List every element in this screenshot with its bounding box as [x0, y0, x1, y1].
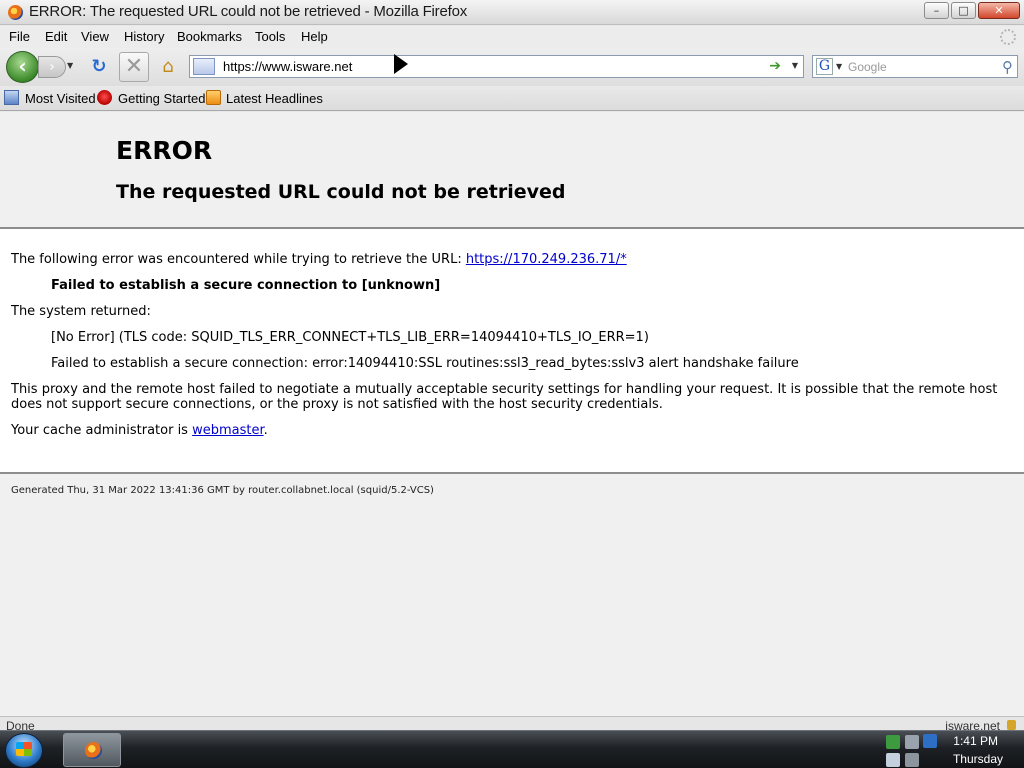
webmaster-link[interactable]: webmaster: [192, 423, 264, 438]
forward-arrow-icon: ›: [49, 59, 55, 75]
requested-url-link[interactable]: https://170.249.236.71/*: [466, 252, 627, 267]
back-arrow-icon: ‹: [18, 54, 27, 78]
stop-button[interactable]: ✕: [119, 52, 149, 82]
volume-icon[interactable]: [905, 753, 919, 767]
status-bar: Done isware.net: [0, 716, 1024, 730]
ssl-error-detail: Failed to establish a secure connection:…: [51, 356, 799, 371]
clock-day: Thursday: [952, 752, 1003, 766]
admin-line: Your cache administrator is webmaster.: [11, 423, 268, 438]
history-dropdown-icon[interactable]: ▼: [67, 61, 73, 70]
system-tray: [880, 733, 944, 767]
tls-code: [No Error] (TLS code: SQUID_TLS_ERR_CONN…: [51, 330, 649, 345]
menu-edit[interactable]: Edit: [45, 29, 67, 44]
google-engine-icon[interactable]: G: [816, 58, 833, 75]
error-header: ERROR The requested URL could not be ret…: [0, 112, 1024, 229]
status-text: Done: [6, 719, 35, 730]
close-button[interactable]: ✕: [978, 2, 1020, 19]
menu-file[interactable]: File: [9, 29, 30, 44]
getting-started-icon: [97, 90, 112, 105]
menu-history[interactable]: History: [124, 29, 164, 44]
maximize-button[interactable]: □: [951, 2, 976, 19]
error-intro-text: The following error was encountered whil…: [11, 252, 466, 267]
search-bar[interactable]: G ▼ Google ⚲: [812, 55, 1018, 78]
firefox-icon: [85, 742, 102, 759]
menu-bar: File Edit View History Bookmarks Tools H…: [0, 26, 1024, 48]
error-subtitle: The requested URL could not be retrieved: [116, 181, 566, 203]
bookmark-most-visited[interactable]: Most Visited: [25, 91, 96, 106]
status-host: isware.net: [945, 719, 1000, 730]
bookmarks-toolbar: Most Visited Getting Started Latest Head…: [0, 86, 1024, 111]
mouse-cursor: [394, 54, 408, 74]
display-icon[interactable]: [886, 753, 900, 767]
tray-app-icon[interactable]: [905, 735, 919, 749]
firefox-icon: [8, 5, 23, 20]
padlock-icon[interactable]: [1007, 720, 1016, 730]
taskbar: 1:41 PM Thursday: [0, 730, 1024, 768]
error-intro: The following error was encountered whil…: [11, 252, 627, 267]
url-input[interactable]: https://www.isware.net: [223, 59, 352, 74]
minimize-button[interactable]: –: [924, 2, 949, 19]
admin-prefix: Your cache administrator is: [11, 423, 193, 438]
stop-icon: ✕: [124, 54, 144, 79]
window-titlebar[interactable]: ERROR: The requested URL could not be re…: [0, 0, 1024, 25]
menu-bookmarks[interactable]: Bookmarks: [177, 29, 242, 44]
reload-button[interactable]: ↻: [86, 55, 112, 79]
magnifier-icon[interactable]: ⚲: [1002, 58, 1013, 76]
footer: Generated Thu, 31 Mar 2022 13:41:36 GMT …: [0, 474, 1024, 716]
menu-help[interactable]: Help: [301, 29, 328, 44]
home-button[interactable]: ⌂: [155, 55, 181, 79]
rss-feed-icon: [206, 90, 221, 105]
explanation-paragraph: This proxy and the remote host failed to…: [11, 382, 998, 412]
site-identity-icon[interactable]: [193, 58, 215, 75]
most-visited-icon: [4, 90, 19, 105]
clock-time[interactable]: 1:41 PM: [953, 734, 998, 748]
throbber-icon: [1000, 29, 1016, 45]
bookmark-latest-headlines[interactable]: Latest Headlines: [226, 91, 323, 106]
engine-dropdown-icon[interactable]: ▼: [836, 62, 842, 71]
generated-timestamp: Generated Thu, 31 Mar 2022 13:41:36 GMT …: [11, 485, 434, 496]
admin-suffix: .: [263, 423, 268, 438]
url-bar[interactable]: https://www.isware.net ➔ ▼: [189, 55, 804, 78]
menu-view[interactable]: View: [81, 29, 109, 44]
windows-logo-icon: [16, 742, 32, 756]
forward-button[interactable]: ›: [38, 56, 66, 78]
go-arrow-icon[interactable]: ➔: [769, 58, 781, 74]
search-input[interactable]: Google: [848, 60, 887, 74]
error-reason: Failed to establish a secure connection …: [51, 278, 441, 293]
window-controls: – □ ✕: [924, 2, 1020, 19]
url-dropdown-icon[interactable]: ▼: [792, 61, 798, 70]
reload-icon: ↻: [91, 56, 107, 77]
system-returned-label: The system returned:: [11, 304, 151, 319]
language-icon[interactable]: [923, 734, 937, 748]
home-icon: ⌂: [162, 56, 174, 77]
network-icon[interactable]: [886, 735, 900, 749]
error-title: ERROR: [116, 136, 213, 165]
bookmark-getting-started[interactable]: Getting Started: [118, 91, 205, 106]
menu-tools[interactable]: Tools: [255, 29, 285, 44]
window-title: ERROR: The requested URL could not be re…: [29, 3, 468, 20]
page-content: ERROR The requested URL could not be ret…: [0, 112, 1024, 716]
taskbar-firefox-button[interactable]: [63, 733, 121, 767]
back-button[interactable]: ‹: [6, 51, 39, 83]
